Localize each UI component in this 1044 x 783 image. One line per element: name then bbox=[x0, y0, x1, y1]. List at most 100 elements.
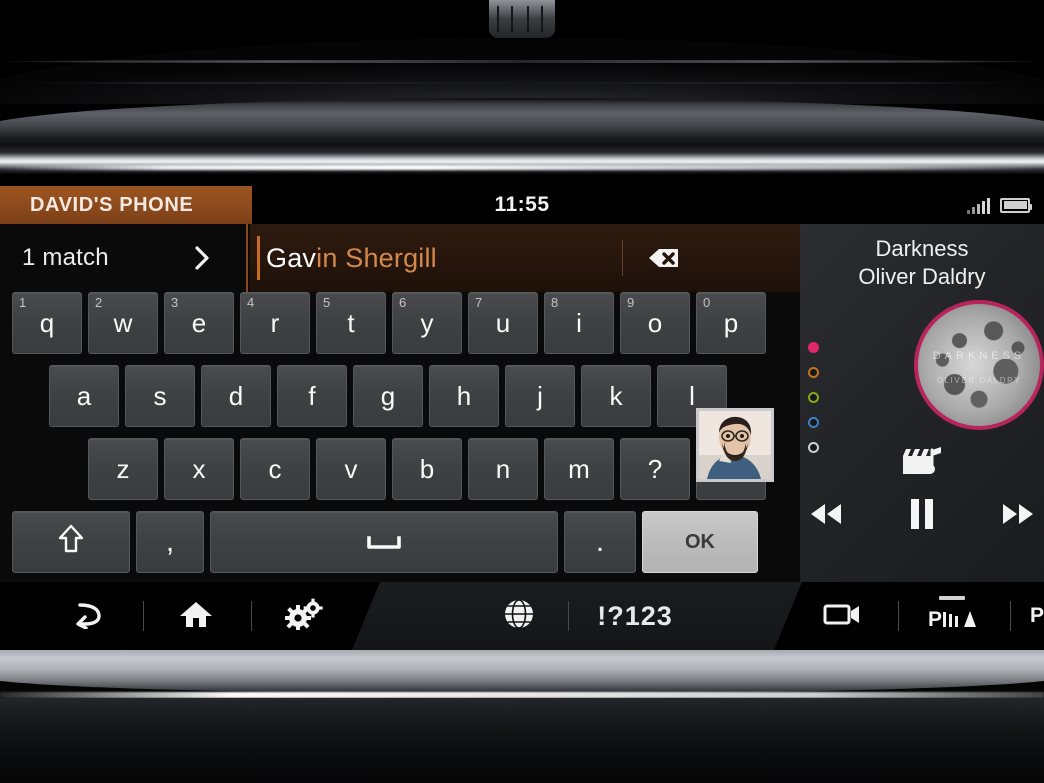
nav-center-plate bbox=[352, 582, 802, 650]
dashboard-bottom-bezel bbox=[0, 650, 1044, 783]
key-label: c bbox=[268, 453, 282, 484]
shift-arrow-up-icon bbox=[58, 524, 84, 561]
key-v[interactable]: v bbox=[316, 438, 386, 500]
key-x[interactable]: x bbox=[164, 438, 234, 500]
space-key[interactable] bbox=[210, 511, 558, 573]
key-w[interactable]: 2w bbox=[88, 292, 158, 354]
key-n[interactable]: n bbox=[468, 438, 538, 500]
key-s[interactable]: s bbox=[125, 365, 195, 427]
clock-text: 11:55 bbox=[494, 193, 550, 216]
key-label: j bbox=[537, 380, 543, 411]
pause-icon[interactable] bbox=[900, 496, 944, 532]
page-dot-3[interactable] bbox=[808, 392, 819, 403]
connected-device-tab[interactable]: DAVID'S PHONE bbox=[0, 186, 252, 224]
park-assist-button[interactable]: P bbox=[910, 582, 994, 650]
text-cursor bbox=[257, 236, 260, 280]
settings-button[interactable] bbox=[264, 582, 344, 650]
windshield-shade bbox=[0, 38, 1044, 104]
key-label: p bbox=[723, 307, 739, 338]
symbols-keyboard-button[interactable]: !?123 bbox=[580, 582, 690, 650]
rewind-icon[interactable] bbox=[804, 496, 848, 532]
key-f[interactable]: f bbox=[277, 365, 347, 427]
key-question[interactable]: ? bbox=[620, 438, 690, 500]
avatar[interactable] bbox=[696, 408, 774, 482]
backspace-delete-icon[interactable] bbox=[636, 243, 682, 273]
page-dot-5[interactable] bbox=[808, 442, 819, 453]
signal-bars-icon bbox=[967, 197, 990, 214]
media-panel[interactable]: Darkness Oliver Daldry DARKNESS OLIVER D… bbox=[800, 224, 1044, 582]
key-m[interactable]: m bbox=[544, 438, 614, 500]
key-number-hint: 3 bbox=[171, 295, 179, 310]
key-g[interactable]: g bbox=[353, 365, 423, 427]
track-artist: Oliver Daldry bbox=[858, 264, 986, 289]
nav-divider-2 bbox=[251, 601, 252, 631]
camera-button[interactable] bbox=[805, 582, 881, 650]
chevron-right-icon[interactable] bbox=[194, 245, 210, 271]
period-key[interactable]: . bbox=[564, 511, 636, 573]
key-k[interactable]: k bbox=[581, 365, 651, 427]
page-dot-1[interactable] bbox=[808, 342, 819, 353]
home-icon bbox=[179, 599, 213, 634]
page-dot-4[interactable] bbox=[808, 417, 819, 428]
backspace-divider bbox=[622, 240, 623, 276]
infotainment-screen: DAVID'S PHONE 11:55 1 match Gavin Shergi… bbox=[0, 186, 1044, 650]
key-y[interactable]: 6y bbox=[392, 292, 462, 354]
typed-text: Gav bbox=[266, 242, 317, 273]
key-label: n bbox=[495, 453, 511, 484]
album-art[interactable]: DARKNESS OLIVER DALDRY bbox=[914, 300, 1044, 430]
keyboard-row-3: zxcvbnm?! bbox=[88, 438, 766, 500]
key-label: z bbox=[116, 453, 130, 484]
key-a[interactable]: a bbox=[49, 365, 119, 427]
page-dot-2[interactable] bbox=[808, 367, 819, 378]
fast-forward-icon[interactable] bbox=[996, 496, 1040, 532]
key-r[interactable]: 4r bbox=[240, 292, 310, 354]
key-z[interactable]: z bbox=[88, 438, 158, 500]
key-e[interactable]: 3e bbox=[164, 292, 234, 354]
shift-key[interactable] bbox=[12, 511, 130, 573]
key-j[interactable]: j bbox=[505, 365, 575, 427]
key-q[interactable]: 1q bbox=[12, 292, 82, 354]
globe-language-icon bbox=[502, 597, 536, 636]
key-number-hint: 8 bbox=[551, 295, 559, 310]
nav-divider-5 bbox=[1010, 601, 1011, 631]
key-o[interactable]: 9o bbox=[620, 292, 690, 354]
home-button[interactable] bbox=[156, 582, 236, 650]
key-label: t bbox=[347, 307, 355, 338]
back-arrow-icon bbox=[71, 599, 105, 634]
match-count-label: 1 match bbox=[22, 244, 109, 271]
back-button[interactable] bbox=[48, 582, 128, 650]
key-b[interactable]: b bbox=[392, 438, 462, 500]
search-input[interactable]: Gavin Shergill bbox=[250, 224, 800, 292]
key-label: o bbox=[647, 307, 663, 338]
period-key-label: . bbox=[595, 525, 605, 558]
ok-key-label: OK bbox=[685, 530, 715, 553]
center-console-body bbox=[0, 698, 1044, 783]
status-icons bbox=[967, 186, 1032, 224]
page-indicator-dots[interactable] bbox=[808, 342, 819, 453]
dashboard-top-bezel bbox=[0, 0, 1044, 192]
key-label: v bbox=[344, 453, 358, 484]
comma-key[interactable]: , bbox=[136, 511, 204, 573]
album-art-title: DARKNESS bbox=[932, 350, 1026, 362]
key-i[interactable]: 8i bbox=[544, 292, 614, 354]
key-p[interactable]: 0p bbox=[696, 292, 766, 354]
key-number-hint: 5 bbox=[323, 295, 331, 310]
key-d[interactable]: d bbox=[201, 365, 271, 427]
chrome-glint-highlight bbox=[0, 165, 1044, 170]
park-assist-button-partial[interactable]: P bbox=[1020, 582, 1044, 650]
symbols-label: !?123 bbox=[597, 600, 673, 631]
key-t[interactable]: 5t bbox=[316, 292, 386, 354]
comma-key-label: , bbox=[165, 525, 175, 558]
key-h[interactable]: h bbox=[429, 365, 499, 427]
key-u[interactable]: 7u bbox=[468, 292, 538, 354]
key-label: x bbox=[192, 453, 206, 484]
match-count-button[interactable]: 1 match bbox=[0, 224, 248, 292]
key-c[interactable]: c bbox=[240, 438, 310, 500]
media-clapperboard-note-icon[interactable] bbox=[899, 444, 945, 487]
language-button[interactable] bbox=[481, 582, 557, 650]
key-label: a bbox=[76, 380, 92, 411]
ok-key[interactable]: OK bbox=[642, 511, 758, 573]
contact-photo bbox=[699, 411, 771, 479]
key-label: ? bbox=[647, 453, 663, 484]
video-camera-icon bbox=[823, 601, 863, 632]
